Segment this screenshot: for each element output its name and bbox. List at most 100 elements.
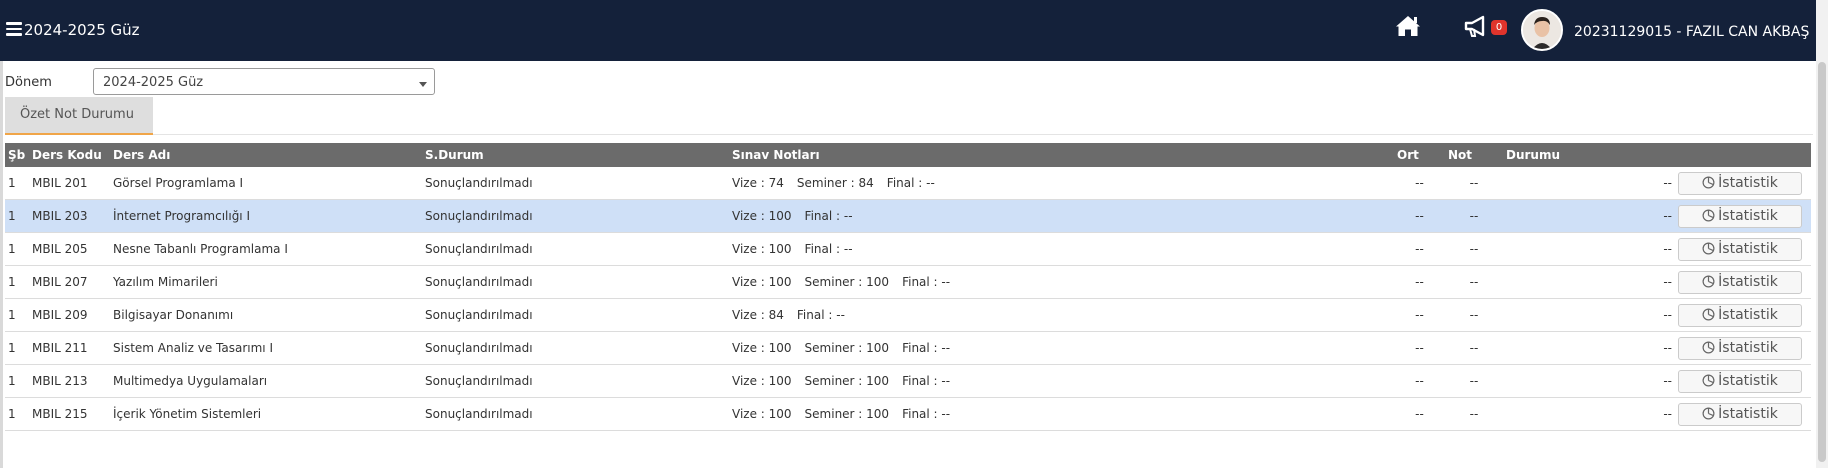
cell-durum: -- bbox=[1503, 199, 1675, 233]
cell-action: İstatistik bbox=[1675, 265, 1811, 299]
cell-status: Sonuçlandırılmadı bbox=[422, 232, 729, 266]
cell-name: Görsel Programlama I bbox=[110, 167, 422, 200]
statistics-button-label: İstatistik bbox=[1718, 240, 1778, 257]
menu-icon[interactable] bbox=[6, 22, 22, 36]
table-row[interactable]: 1 MBIL 207 Yazılım Mimarileri Sonuçlandırıl… bbox=[5, 265, 1811, 299]
exam-score: Final : -- bbox=[902, 407, 951, 421]
term-select[interactable]: 2024-2025 Güz bbox=[93, 68, 435, 95]
notification-badge: 0 bbox=[1491, 20, 1507, 35]
term-title: 2024-2025 Güz bbox=[24, 21, 140, 39]
cell-durum: -- bbox=[1503, 298, 1675, 332]
cell-sb: 1 bbox=[5, 331, 29, 365]
col-header-name[interactable]: Ders Adı bbox=[110, 143, 422, 167]
page-scrollbar[interactable] bbox=[1816, 0, 1828, 468]
tab-divider bbox=[153, 134, 1813, 135]
home-icon[interactable] bbox=[1395, 14, 1421, 42]
exam-score: Vize : 74 bbox=[732, 176, 784, 190]
cell-name: Nesne Tabanlı Programlama I bbox=[110, 232, 422, 266]
statistics-button[interactable]: İstatistik bbox=[1678, 204, 1802, 228]
exam-score: Vize : 100 bbox=[732, 275, 792, 289]
cell-durum: -- bbox=[1503, 265, 1675, 299]
cell-name: Yazılım Mimarileri bbox=[110, 265, 422, 299]
cell-sb: 1 bbox=[5, 232, 29, 266]
col-header-durum[interactable]: Durumu bbox=[1503, 143, 1675, 167]
statistics-button[interactable]: İstatistik bbox=[1678, 270, 1802, 294]
cell-durum: -- bbox=[1503, 232, 1675, 266]
statistics-button[interactable]: İstatistik bbox=[1678, 237, 1802, 261]
exam-score: Vize : 100 bbox=[732, 341, 792, 355]
col-header-action bbox=[1675, 143, 1811, 167]
cell-status: Sonuçlandırılmadı bbox=[422, 397, 729, 431]
term-select-value: 2024-2025 Güz bbox=[103, 75, 204, 90]
chart-pie-icon bbox=[1702, 275, 1715, 287]
table-row[interactable]: 1 MBIL 209 Bilgisayar Donanımı Sonuçlandırı… bbox=[5, 298, 1811, 332]
exam-score: Final : -- bbox=[902, 275, 951, 289]
cell-exams: Vize : 84 Final : -- bbox=[729, 298, 1394, 332]
table-header-row: Şb Ders Kodu Ders Adı S.Durum Sınav Notl… bbox=[5, 143, 1811, 167]
top-navbar: 2024-2025 Güz 0 20231129015 - FAZIL CAN … bbox=[0, 0, 1816, 61]
statistics-button[interactable]: İstatistik bbox=[1678, 369, 1802, 393]
cell-durum: -- bbox=[1503, 364, 1675, 398]
cell-status: Sonuçlandırılmadı bbox=[422, 298, 729, 332]
cell-code: MBIL 207 bbox=[29, 265, 110, 299]
cell-status: Sonuçlandırılmadı bbox=[422, 167, 729, 200]
exam-score: Final : -- bbox=[804, 242, 853, 256]
cell-action: İstatistik bbox=[1675, 298, 1811, 332]
col-header-not[interactable]: Not bbox=[1445, 143, 1503, 167]
col-header-ort[interactable]: Ort bbox=[1394, 143, 1445, 167]
table-row[interactable]: 1 MBIL 213 Multimedya Uygulamaları Sonuçlan… bbox=[5, 364, 1811, 398]
statistics-button[interactable]: İstatistik bbox=[1678, 336, 1802, 360]
col-header-status[interactable]: S.Durum bbox=[422, 143, 729, 167]
table-row[interactable]: 1 MBIL 205 Nesne Tabanlı Programlama I Sonu… bbox=[5, 232, 1811, 266]
chart-pie-icon bbox=[1702, 308, 1715, 320]
table-row[interactable]: 1 MBIL 215 İçerik Yönetim Sistemleri Sonuçl… bbox=[5, 397, 1811, 431]
exam-score: Vize : 100 bbox=[732, 374, 792, 388]
left-edge bbox=[0, 61, 3, 468]
cell-ort: -- bbox=[1394, 167, 1445, 200]
cell-code: MBIL 209 bbox=[29, 298, 110, 332]
table-row[interactable]: 1 MBIL 203 İnternet Programcılığı I Sonuçla… bbox=[5, 199, 1811, 233]
cell-exams: Vize : 74 Seminer : 84 Final : -- bbox=[729, 167, 1394, 200]
cell-ort: -- bbox=[1394, 298, 1445, 332]
statistics-button[interactable]: İstatistik bbox=[1678, 171, 1802, 195]
cell-code: MBIL 201 bbox=[29, 167, 110, 200]
cell-name: İnternet Programcılığı I bbox=[110, 199, 422, 233]
cell-name: Bilgisayar Donanımı bbox=[110, 298, 422, 332]
cell-status: Sonuçlandırılmadı bbox=[422, 265, 729, 299]
megaphone-icon[interactable] bbox=[1463, 14, 1491, 44]
exam-score: Final : -- bbox=[902, 374, 951, 388]
cell-action: İstatistik bbox=[1675, 167, 1811, 200]
cell-code: MBIL 215 bbox=[29, 397, 110, 431]
cell-not: -- bbox=[1445, 265, 1503, 299]
statistics-button-label: İstatistik bbox=[1718, 174, 1778, 191]
avatar[interactable] bbox=[1521, 9, 1563, 51]
cell-exams: Vize : 100 Seminer : 100 Final : -- bbox=[729, 397, 1394, 431]
table-row[interactable]: 1 MBIL 211 Sistem Analiz ve Tasarımı I Sonu… bbox=[5, 331, 1811, 365]
statistics-button[interactable]: İstatistik bbox=[1678, 402, 1802, 426]
chart-pie-icon bbox=[1702, 374, 1715, 386]
exam-score: Seminer : 100 bbox=[804, 341, 890, 355]
col-header-exams[interactable]: Sınav Notları bbox=[729, 143, 1394, 167]
exam-score: Seminer : 100 bbox=[804, 374, 890, 388]
cell-ort: -- bbox=[1394, 232, 1445, 266]
cell-code: MBIL 203 bbox=[29, 199, 110, 233]
user-name[interactable]: 20231129015 - FAZIL CAN AKBAŞ bbox=[1574, 24, 1809, 40]
cell-not: -- bbox=[1445, 232, 1503, 266]
cell-not: -- bbox=[1445, 199, 1503, 233]
cell-not: -- bbox=[1445, 397, 1503, 431]
cell-ort: -- bbox=[1394, 265, 1445, 299]
cell-action: İstatistik bbox=[1675, 397, 1811, 431]
exam-score: Final : -- bbox=[804, 209, 853, 223]
statistics-button[interactable]: İstatistik bbox=[1678, 303, 1802, 327]
col-header-code[interactable]: Ders Kodu bbox=[29, 143, 110, 167]
exam-score: Final : -- bbox=[796, 308, 845, 322]
cell-name: İçerik Yönetim Sistemleri bbox=[110, 397, 422, 431]
table-row[interactable]: 1 MBIL 201 Görsel Programlama I Sonuçlandır… bbox=[5, 167, 1811, 200]
cell-code: MBIL 205 bbox=[29, 232, 110, 266]
col-header-sb[interactable]: Şb bbox=[5, 143, 29, 167]
cell-code: MBIL 213 bbox=[29, 364, 110, 398]
cell-not: -- bbox=[1445, 331, 1503, 365]
tab-ozet-not-durumu[interactable]: Özet Not Durumu bbox=[5, 97, 153, 135]
cell-name: Multimedya Uygulamaları bbox=[110, 364, 422, 398]
statistics-button-label: İstatistik bbox=[1718, 273, 1778, 290]
